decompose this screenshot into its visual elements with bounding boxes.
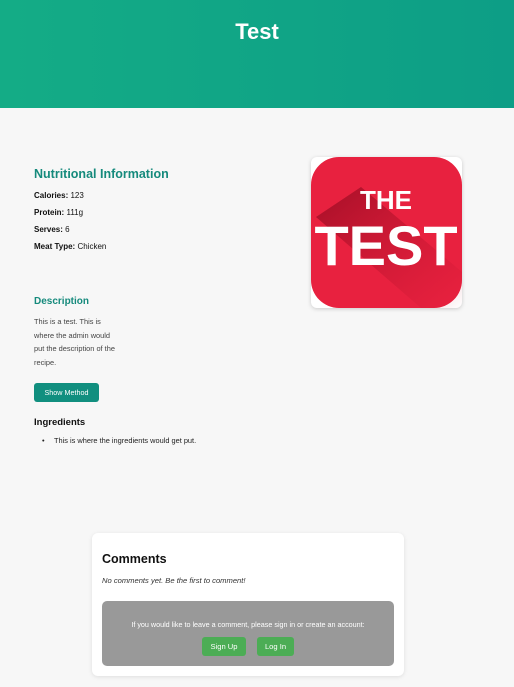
- description-line: put the description of the: [34, 344, 115, 353]
- signin-prompt-box: If you would like to leave a comment, pl…: [102, 601, 394, 666]
- serves-value: 6: [65, 225, 70, 234]
- description-text: This is a test. This is where the admin …: [34, 315, 134, 369]
- logo-text-test: TEST: [314, 214, 457, 277]
- signin-prompt-text: If you would like to leave a comment, pl…: [131, 620, 365, 629]
- ingredients-list: This is where the ingredients would get …: [42, 436, 196, 445]
- recipe-image: THE TEST: [311, 157, 462, 308]
- protein-row: Protein: 111g: [34, 208, 83, 217]
- comments-heading: Comments: [102, 552, 167, 566]
- protein-value: 111g: [66, 208, 84, 217]
- calories-label: Calories:: [34, 191, 69, 200]
- sign-up-button[interactable]: Sign Up: [202, 637, 246, 656]
- logo-text-the: THE: [360, 185, 412, 215]
- page-header: Test: [0, 0, 514, 108]
- meat-type-row: Meat Type: Chicken: [34, 242, 106, 251]
- description-line: recipe.: [34, 357, 57, 367]
- meat-type-label: Meat Type:: [34, 242, 76, 251]
- log-in-button[interactable]: Log In: [257, 637, 294, 656]
- the-test-logo: THE TEST: [311, 157, 462, 308]
- page-title: Test: [235, 19, 279, 44]
- calories-value: 123: [70, 191, 84, 200]
- description-line: This is a test. This is: [34, 317, 101, 326]
- ingredient-item: This is where the ingredients would get …: [42, 436, 196, 445]
- ingredients-heading: Ingredients: [34, 417, 86, 428]
- nutritional-info-heading: Nutritional Information: [34, 167, 169, 181]
- description-line: where the admin would: [34, 330, 111, 340]
- comments-section: Comments No comments yet. Be the first t…: [92, 533, 404, 676]
- meat-type-value: Chicken: [77, 242, 107, 251]
- description-heading: Description: [34, 296, 90, 307]
- show-method-button[interactable]: Show Method: [34, 383, 99, 402]
- protein-label: Protein:: [34, 208, 65, 217]
- no-comments-message: No comments yet. Be the first to comment…: [102, 576, 246, 585]
- calories-row: Calories: 123: [34, 191, 84, 200]
- serves-row: Serves: 6: [34, 225, 70, 234]
- serves-label: Serves:: [34, 225, 63, 234]
